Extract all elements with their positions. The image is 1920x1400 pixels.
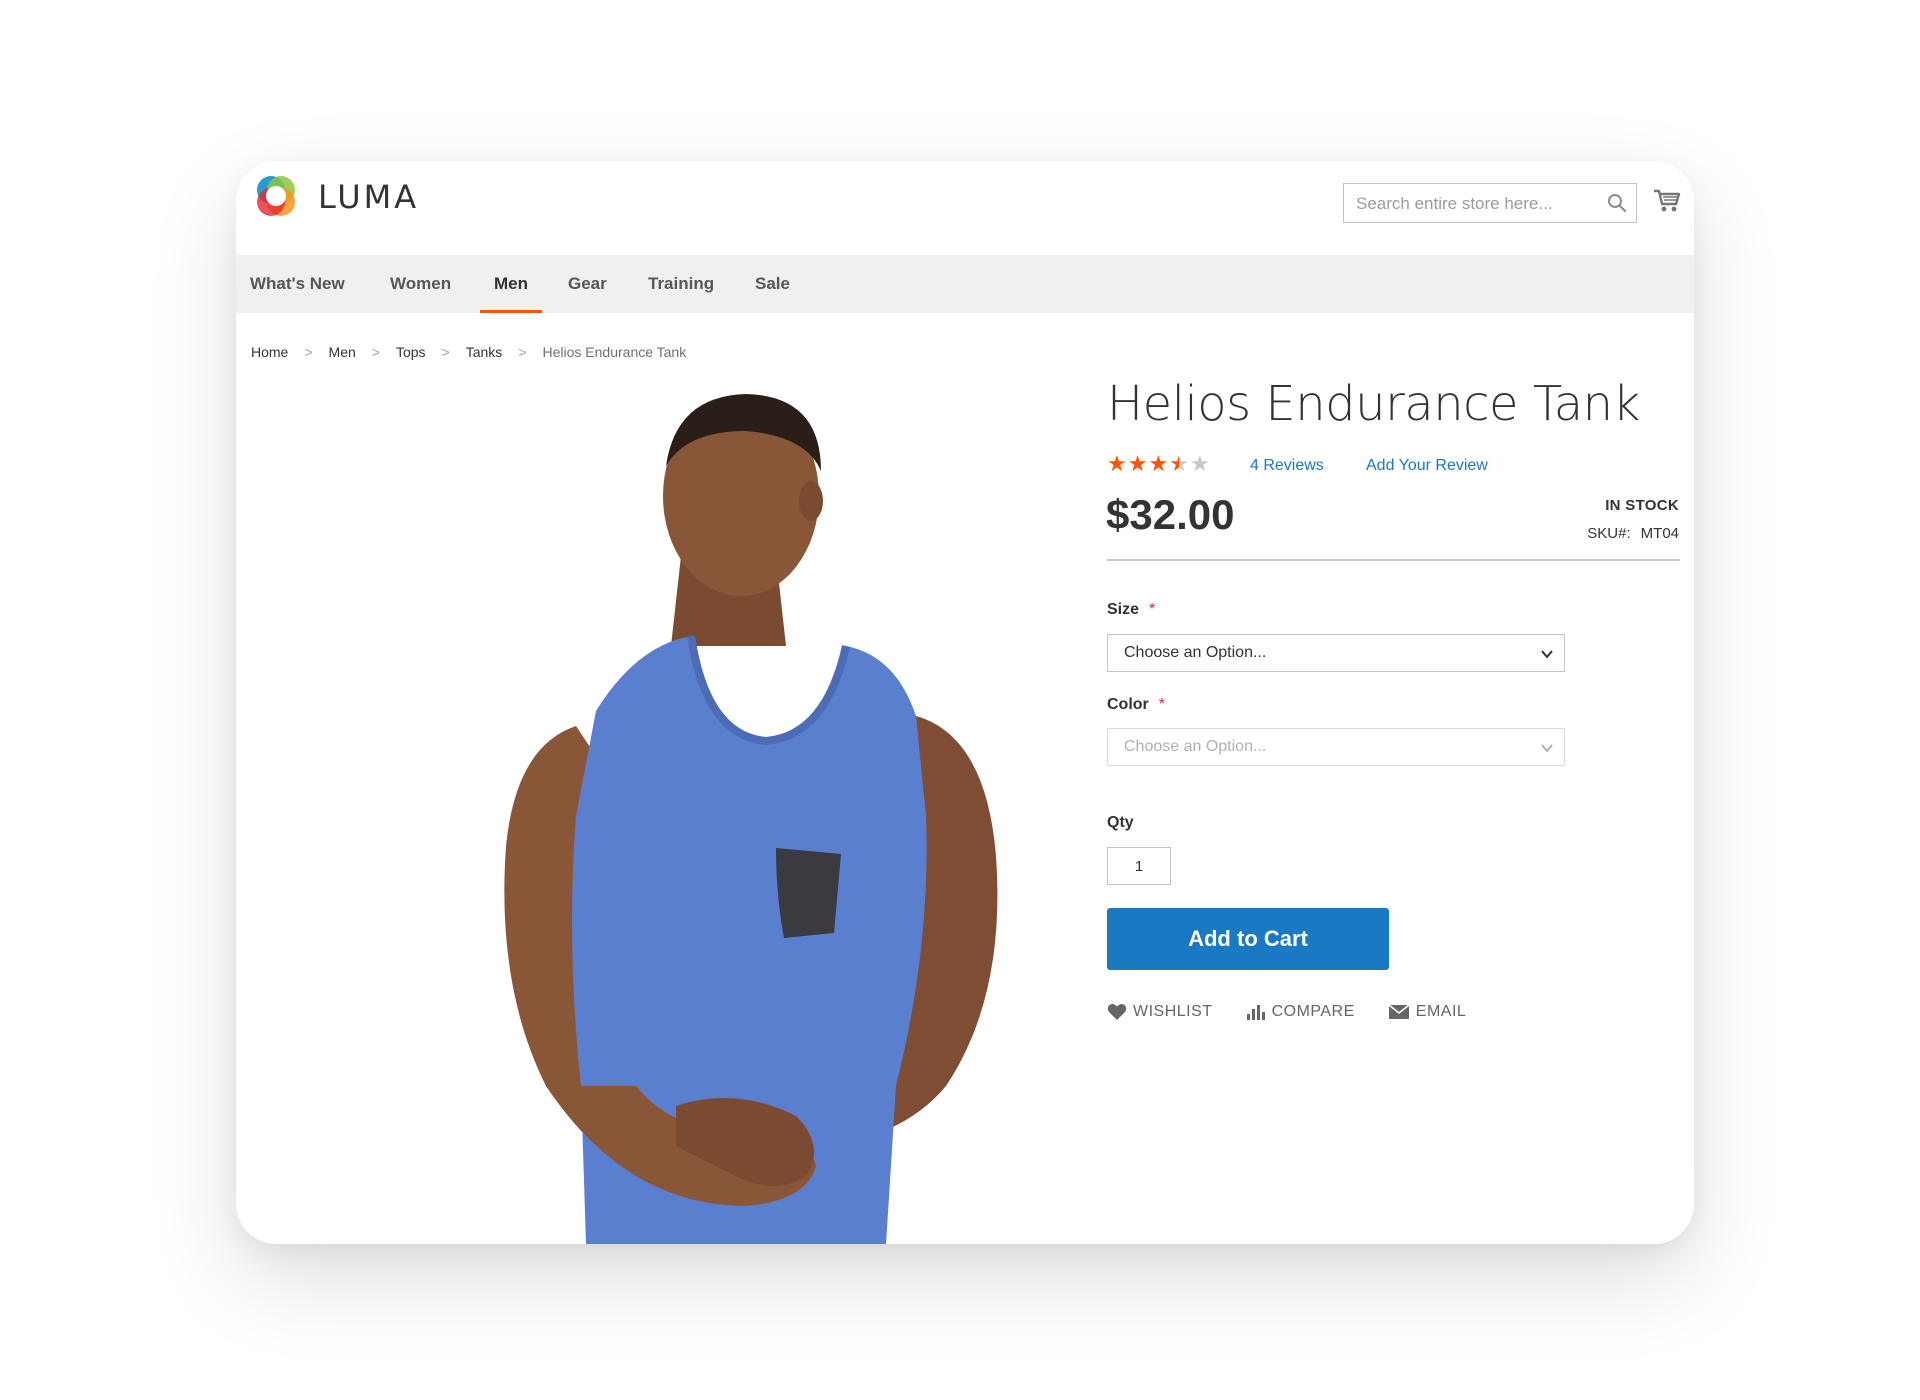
color-select-value: Choose an Option...: [1124, 738, 1267, 755]
chevron-down-icon: [1541, 744, 1553, 753]
star-empty-icon: ★: [1189, 451, 1210, 476]
wishlist-link[interactable]: WISHLIST: [1107, 1003, 1213, 1021]
star-icon: ★: [1148, 451, 1169, 476]
store-logo[interactable]: LUMA: [250, 171, 419, 223]
color-label: Color *: [1107, 696, 1165, 714]
breadcrumb-home[interactable]: Home: [251, 344, 288, 360]
breadcrumb-tops[interactable]: Tops: [396, 344, 426, 360]
required-marker: *: [1149, 601, 1156, 618]
sku: SKU#: MT04: [1587, 525, 1679, 542]
qty-label: Qty: [1107, 814, 1134, 831]
size-select-value: Choose an Option...: [1124, 644, 1267, 661]
email-label: EMAIL: [1415, 1003, 1467, 1020]
email-link[interactable]: EMAIL: [1388, 1003, 1467, 1021]
chevron-down-icon: [1541, 650, 1553, 659]
reviews-link[interactable]: 4 Reviews: [1250, 457, 1324, 475]
breadcrumb-separator: >: [371, 344, 380, 360]
color-label-text: Color: [1107, 696, 1149, 713]
size-select[interactable]: Choose an Option...: [1107, 634, 1565, 672]
stock-status: IN STOCK: [1605, 497, 1679, 514]
wishlist-label: WISHLIST: [1133, 1003, 1213, 1020]
divider: [1107, 559, 1680, 561]
compare-chart-icon: [1246, 1005, 1265, 1020]
sku-label: SKU#:: [1587, 525, 1631, 542]
product-title: Helios Endurance Tank: [1107, 376, 1640, 432]
qty-input[interactable]: [1107, 847, 1171, 885]
envelope-icon: [1388, 1004, 1410, 1019]
nav-item-sale[interactable]: Sale: [741, 255, 804, 313]
required-marker: *: [1158, 696, 1166, 713]
star-icon: ★: [1127, 451, 1148, 476]
breadcrumb-separator: >: [518, 344, 527, 360]
breadcrumb-current: Helios Endurance Tank: [542, 344, 687, 360]
browser-window: LUMA What's New Women Men Gear Training …: [236, 161, 1694, 1244]
brand-name: LUMA: [318, 178, 420, 216]
size-label: Size *: [1107, 601, 1155, 619]
nav-item-whats-new[interactable]: What's New: [236, 255, 359, 313]
size-label-text: Size: [1107, 601, 1140, 618]
star-icon: ★: [1107, 451, 1127, 476]
color-select[interactable]: Choose an Option...: [1107, 728, 1565, 766]
breadcrumb-men[interactable]: Men: [329, 344, 356, 360]
add-review-link[interactable]: Add Your Review: [1366, 457, 1488, 475]
search-box: [1343, 183, 1637, 223]
nav-item-women[interactable]: Women: [376, 255, 465, 313]
cart-icon[interactable]: [1653, 188, 1681, 214]
site-header: LUMA: [236, 161, 1694, 255]
rating-stars: ★ ★ ★ ★ ★: [1107, 453, 1211, 475]
breadcrumb-separator: >: [441, 344, 450, 360]
nav-item-men[interactable]: Men: [480, 255, 542, 313]
nav-item-training[interactable]: Training: [634, 255, 728, 313]
breadcrumb: Home > Men > Tops > Tanks > Helios Endur…: [251, 344, 686, 360]
breadcrumb-separator: >: [304, 344, 313, 360]
search-input[interactable]: [1354, 185, 1608, 223]
compare-link[interactable]: COMPARE: [1246, 1003, 1355, 1021]
heart-icon: [1107, 1004, 1127, 1020]
breadcrumb-tanks[interactable]: Tanks: [466, 344, 503, 360]
search-icon[interactable]: [1607, 193, 1627, 213]
nav-item-gear[interactable]: Gear: [554, 255, 621, 313]
luma-logo-icon: [257, 176, 295, 216]
add-to-cart-button[interactable]: Add to Cart: [1107, 908, 1389, 970]
product-actions: WISHLIST COMPARE EMAIL: [1107, 1003, 1499, 1021]
product-price: $32.00: [1106, 491, 1235, 538]
product-image[interactable]: [476, 386, 1036, 1244]
compare-label: COMPARE: [1271, 1003, 1355, 1020]
sku-value: MT04: [1640, 525, 1679, 542]
star-half-icon: ★: [1169, 451, 1189, 476]
main-nav: What's New Women Men Gear Training Sale: [236, 255, 1694, 313]
